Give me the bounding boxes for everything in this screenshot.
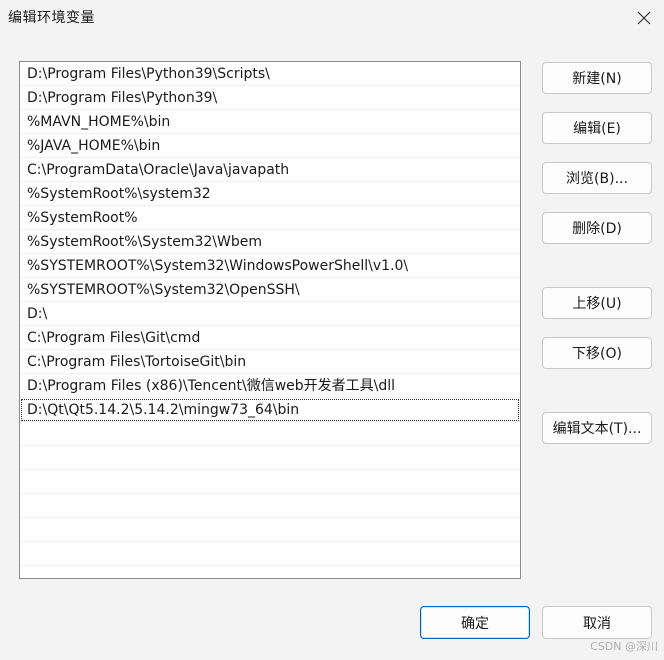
delete-button[interactable]: 删除(D) <box>542 212 652 244</box>
title-bar: 编辑环境变量 <box>0 0 664 36</box>
empty-list-row[interactable] <box>20 518 520 542</box>
cancel-button[interactable]: 取消 <box>542 606 652 639</box>
browse-button[interactable]: 浏览(B)... <box>542 162 652 194</box>
new-button[interactable]: 新建(N) <box>542 62 652 94</box>
list-item[interactable]: D:\ <box>20 302 520 326</box>
move-down-button[interactable]: 下移(O) <box>542 337 652 369</box>
path-list[interactable]: D:\Program Files\Python39\Scripts\ D:\Pro… <box>19 61 521 579</box>
edit-text-button[interactable]: 编辑文本(T)... <box>542 412 652 444</box>
empty-list-row[interactable] <box>20 470 520 494</box>
empty-list-row[interactable] <box>20 422 520 446</box>
list-item[interactable]: C:\ProgramData\Oracle\Java\javapath <box>20 158 520 182</box>
ok-button[interactable]: 确定 <box>420 606 530 639</box>
window-title: 编辑环境变量 <box>8 10 95 26</box>
list-item[interactable]: D:\Qt\Qt5.14.2\5.14.2\mingw73_64\bin <box>20 398 520 422</box>
edit-button[interactable]: 编辑(E) <box>542 112 652 144</box>
close-button[interactable] <box>630 4 658 32</box>
list-item[interactable]: %SYSTEMROOT%\System32\OpenSSH\ <box>20 278 520 302</box>
list-item[interactable]: D:\Program Files\Python39\Scripts\ <box>20 62 520 86</box>
move-up-button[interactable]: 上移(U) <box>542 287 652 319</box>
list-item[interactable]: %SystemRoot%\System32\Wbem <box>20 230 520 254</box>
list-item[interactable]: %MAVN_HOME%\bin <box>20 110 520 134</box>
close-icon <box>637 11 651 25</box>
empty-list-row[interactable] <box>20 446 520 470</box>
empty-list-row[interactable] <box>20 542 520 566</box>
list-item[interactable]: %SYSTEMROOT%\System32\WindowsPowerShell\… <box>20 254 520 278</box>
list-item[interactable]: C:\Program Files\Git\cmd <box>20 326 520 350</box>
empty-list-row[interactable] <box>20 494 520 518</box>
list-item[interactable]: %SystemRoot% <box>20 206 520 230</box>
watermark: CSDN @深川 <box>590 640 658 653</box>
list-item[interactable]: %JAVA_HOME%\bin <box>20 134 520 158</box>
list-item[interactable]: D:\Program Files (x86)\Tencent\微信web开发者工… <box>20 374 520 398</box>
list-item[interactable]: C:\Program Files\TortoiseGit\bin <box>20 350 520 374</box>
list-item[interactable]: D:\Program Files\Python39\ <box>20 86 520 110</box>
list-item[interactable]: %SystemRoot%\system32 <box>20 182 520 206</box>
